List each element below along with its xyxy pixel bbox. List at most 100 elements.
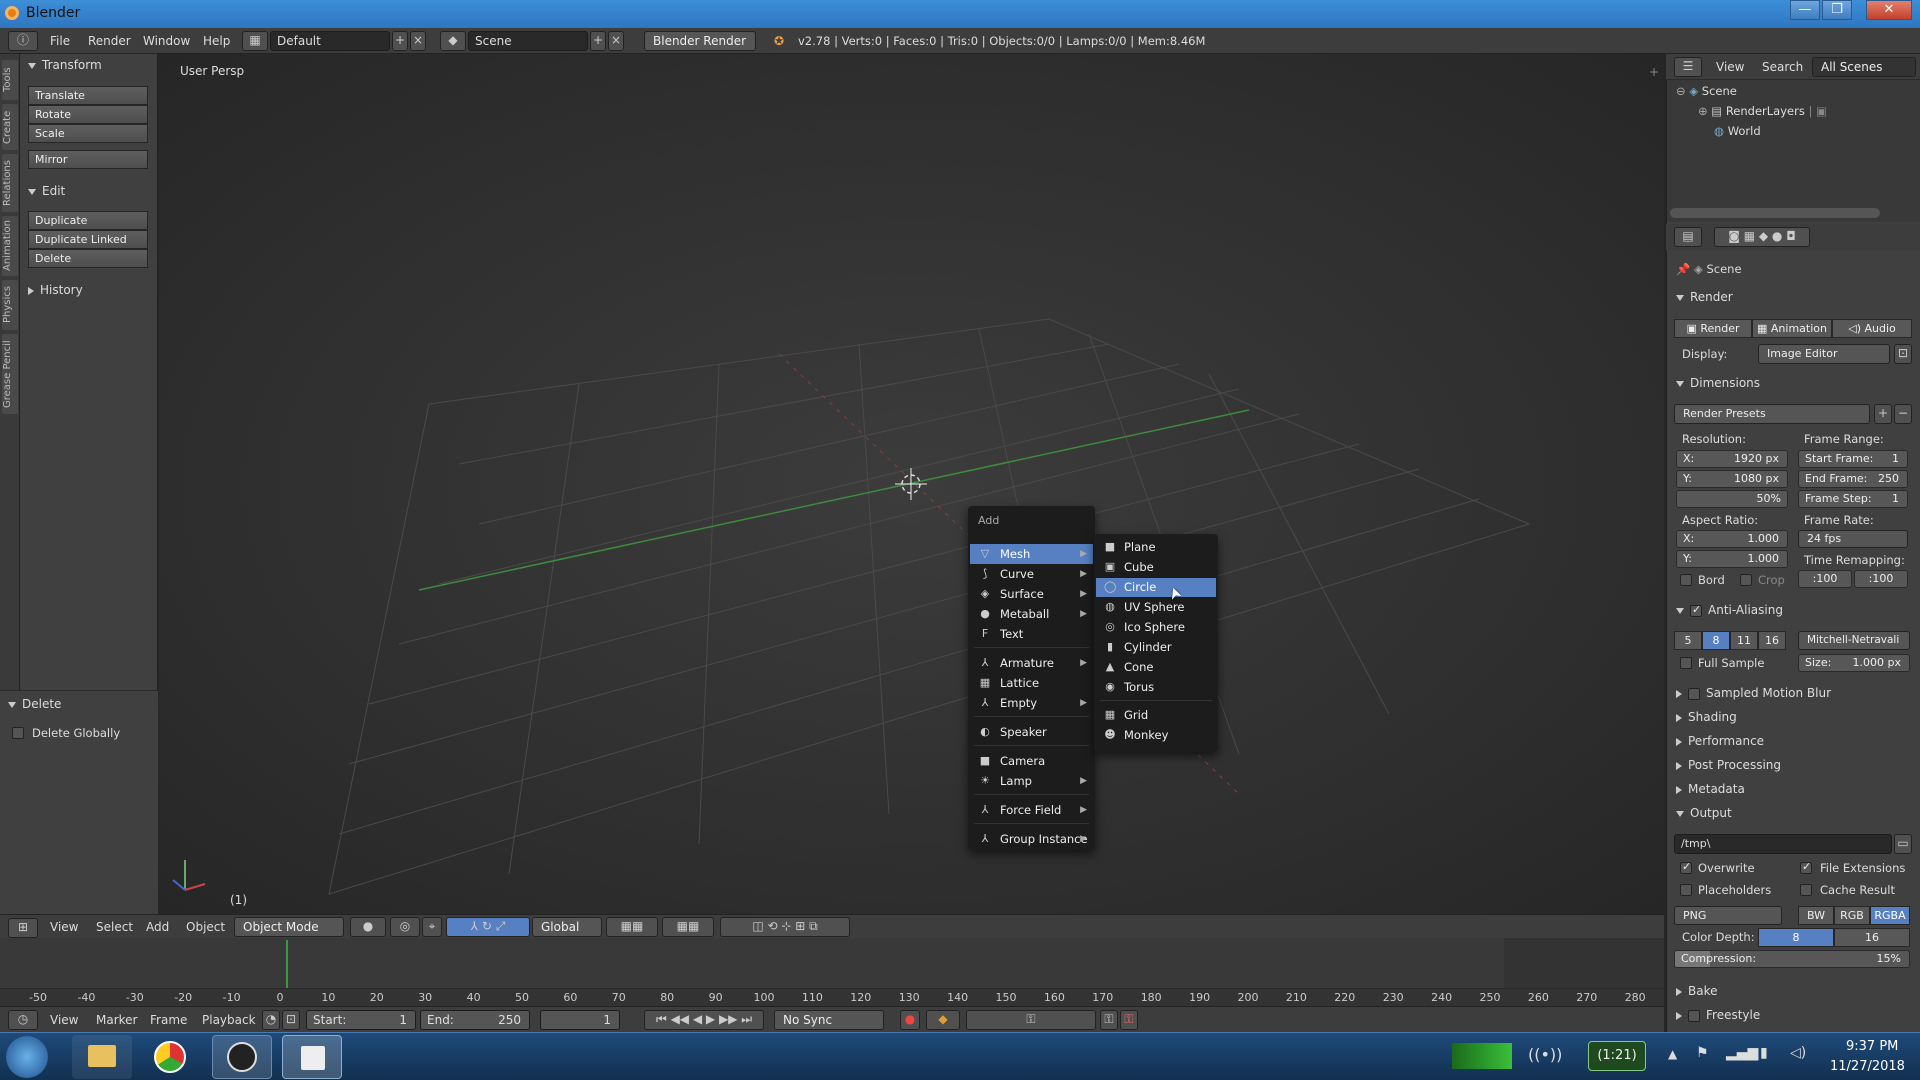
- layout-remove-icon[interactable]: ×: [410, 31, 426, 51]
- bake-header[interactable]: Bake: [1676, 984, 1718, 998]
- playback-controls-icon[interactable]: ⏮ ◀◀ ◀ ▶ ▶▶ ⏭: [644, 1010, 764, 1030]
- shading-select-icon[interactable]: ●: [350, 917, 386, 937]
- preset-remove-icon[interactable]: −: [1894, 404, 1912, 424]
- aa-8-button[interactable]: 8: [1702, 631, 1730, 650]
- snap-tools-icon[interactable]: ◫ ⟲ ⊹ ⊞ ⧉: [720, 917, 850, 937]
- tab-tools[interactable]: Tools: [2, 60, 18, 100]
- frame-ruler[interactable]: -50 -40 -30 -20 -10 0 10 20 30 40 50 60 70 80 90 100 110…: [0, 988, 1664, 1006]
- layout-add-icon[interactable]: +: [392, 31, 408, 51]
- tab-create[interactable]: Create: [2, 104, 18, 150]
- insert-key-icon[interactable]: ⚿: [1100, 1010, 1118, 1030]
- animation-button[interactable]: ▦ Animation: [1752, 319, 1832, 338]
- show-hidden-icon[interactable]: ▲: [1668, 1047, 1677, 1061]
- preview-range-icon[interactable]: ◔: [262, 1010, 280, 1030]
- tl-menu-marker[interactable]: Marker: [96, 1013, 137, 1027]
- resolution-y-field[interactable]: Y: 1080 px: [1676, 470, 1788, 488]
- end-frame-field[interactable]: End: 250: [420, 1010, 530, 1030]
- edit-panel-header[interactable]: Edit: [28, 184, 65, 198]
- display-select[interactable]: Image Editor: [1758, 344, 1890, 364]
- layers-grid2-icon[interactable]: ▦▦: [662, 917, 714, 937]
- menu-add[interactable]: Add: [146, 920, 169, 934]
- outliner-item-scene[interactable]: ⊖ ◈ Scene: [1676, 84, 1737, 98]
- aa-size-field[interactable]: Size: 1.000 px: [1798, 654, 1910, 672]
- mesh-item-ico-sphere[interactable]: ◎ Ico Sphere: [1096, 618, 1216, 637]
- render-presets-select[interactable]: Render Presets: [1674, 404, 1870, 424]
- layout-browse-icon[interactable]: ▦: [242, 31, 268, 51]
- layers-grid-icon[interactable]: ▦▦: [606, 917, 658, 937]
- volume-icon[interactable]: ◁): [1790, 1045, 1806, 1061]
- mesh-item-uv-sphere[interactable]: ◍ UV Sphere: [1096, 598, 1216, 617]
- placeholders-checkbox[interactable]: [1680, 884, 1692, 896]
- end-frame-prop[interactable]: End Frame: 250: [1798, 470, 1908, 488]
- context-tabs-icon[interactable]: ◙ ▦ ◆ ● ◘: [1714, 227, 1810, 247]
- orientation-select[interactable]: Global: [532, 917, 602, 937]
- transform-panel-header[interactable]: Transform: [28, 58, 102, 72]
- add-menu-item-speaker[interactable]: ◐ Speaker: [970, 722, 1093, 742]
- resolution-percent-field[interactable]: 50%: [1676, 490, 1788, 508]
- file-format-select[interactable]: PNG: [1674, 906, 1782, 925]
- menu-view[interactable]: View: [50, 920, 78, 934]
- maximize-button[interactable]: ❐: [1822, 0, 1852, 20]
- start-frame-field[interactable]: Start: 1: [306, 1010, 416, 1030]
- rgb-button[interactable]: RGB: [1834, 906, 1870, 925]
- outliner-menu-search[interactable]: Search: [1762, 60, 1803, 74]
- depth-8-button[interactable]: 8: [1758, 928, 1834, 947]
- frame-step-prop[interactable]: Frame Step: 1: [1798, 490, 1908, 508]
- start-frame-prop[interactable]: Start Frame: 1: [1798, 450, 1908, 468]
- outliner-scrollbar[interactable]: [1670, 208, 1880, 218]
- remap-new-field[interactable]: :100: [1854, 570, 1908, 588]
- power-icon[interactable]: ▮: [1760, 1045, 1768, 1061]
- 3d-cursor-icon[interactable]: [895, 468, 927, 500]
- scene-field[interactable]: Scene: [468, 31, 588, 51]
- aa-filter-select[interactable]: Mitchell-Netravali: [1798, 631, 1910, 650]
- scene-remove-icon[interactable]: ×: [608, 31, 624, 51]
- duplicate-button[interactable]: Duplicate: [28, 211, 148, 230]
- anti-aliasing-header[interactable]: Anti-Aliasing: [1676, 603, 1783, 617]
- tab-relations[interactable]: Relations: [2, 154, 18, 212]
- display-lock-icon[interactable]: ⊡: [1894, 344, 1912, 364]
- start-button[interactable]: [6, 1036, 48, 1078]
- outliner-filter-select[interactable]: All Scenes: [1812, 57, 1916, 77]
- add-menu-item-mesh[interactable]: ▽ Mesh ▶: [970, 544, 1093, 564]
- menu-help[interactable]: Help: [203, 34, 230, 48]
- performance-header[interactable]: Performance: [1676, 734, 1764, 748]
- preset-add-icon[interactable]: +: [1874, 404, 1892, 424]
- lock-icon[interactable]: ⊡: [282, 1010, 300, 1030]
- blender-taskbar-icon[interactable]: [282, 1035, 342, 1079]
- pivot-select-icon[interactable]: ◎: [390, 917, 420, 937]
- delete-operator-header[interactable]: Delete: [8, 697, 61, 711]
- add-menu-item-lattice[interactable]: ▦ Lattice: [970, 673, 1093, 693]
- delete-globally-checkbox[interactable]: [12, 727, 24, 739]
- border-checkbox[interactable]: [1680, 574, 1692, 586]
- scene-add-icon[interactable]: +: [590, 31, 606, 51]
- overwrite-checkbox[interactable]: [1680, 860, 1692, 874]
- outliner-item-renderlayers[interactable]: ⊕ ▤ RenderLayers | ▣: [1698, 104, 1827, 118]
- delete-key-icon[interactable]: ⚿: [1120, 1010, 1138, 1030]
- aa-11-button[interactable]: 11: [1730, 631, 1758, 650]
- tl-menu-playback[interactable]: Playback: [202, 1013, 256, 1027]
- add-menu-item-surface[interactable]: ◈ Surface ▶: [970, 584, 1093, 604]
- mesh-item-cylinder[interactable]: ▮ Cylinder: [1096, 638, 1216, 657]
- chrome-icon[interactable]: [142, 1035, 202, 1079]
- history-panel-header[interactable]: History: [28, 283, 83, 297]
- menu-file[interactable]: File: [50, 34, 70, 48]
- add-menu-item-metaball[interactable]: ● Metaball ▶: [970, 604, 1093, 624]
- add-menu-item-curve[interactable]: ⟆ Curve ▶: [970, 564, 1093, 584]
- keying-set-field[interactable]: ⚿: [966, 1010, 1096, 1030]
- rgba-button[interactable]: RGBA: [1870, 906, 1910, 925]
- delete-button[interactable]: Delete: [28, 249, 148, 268]
- folder-browse-icon[interactable]: ▭: [1894, 834, 1912, 854]
- menu-object[interactable]: Object: [186, 920, 225, 934]
- outliner-item-world[interactable]: ◍ World: [1714, 124, 1761, 138]
- add-menu-item-lamp[interactable]: ☀ Lamp ▶: [970, 771, 1093, 791]
- tab-grease-pencil[interactable]: Grease Pencil: [2, 334, 18, 414]
- mesh-item-torus[interactable]: ◉ Torus: [1096, 678, 1216, 697]
- add-menu-item-armature[interactable]: ⅄ Armature ▶: [970, 653, 1093, 673]
- tray-flag-icon[interactable]: ⚑: [1696, 1045, 1709, 1061]
- record-icon[interactable]: ●: [900, 1010, 920, 1030]
- tl-menu-frame[interactable]: Frame: [150, 1013, 187, 1027]
- add-menu-item-force-field[interactable]: ⅄ Force Field ▶: [970, 800, 1093, 820]
- render-panel-header[interactable]: Render: [1676, 290, 1733, 304]
- sync-select[interactable]: No Sync: [774, 1010, 884, 1030]
- menu-window[interactable]: Window: [143, 34, 190, 48]
